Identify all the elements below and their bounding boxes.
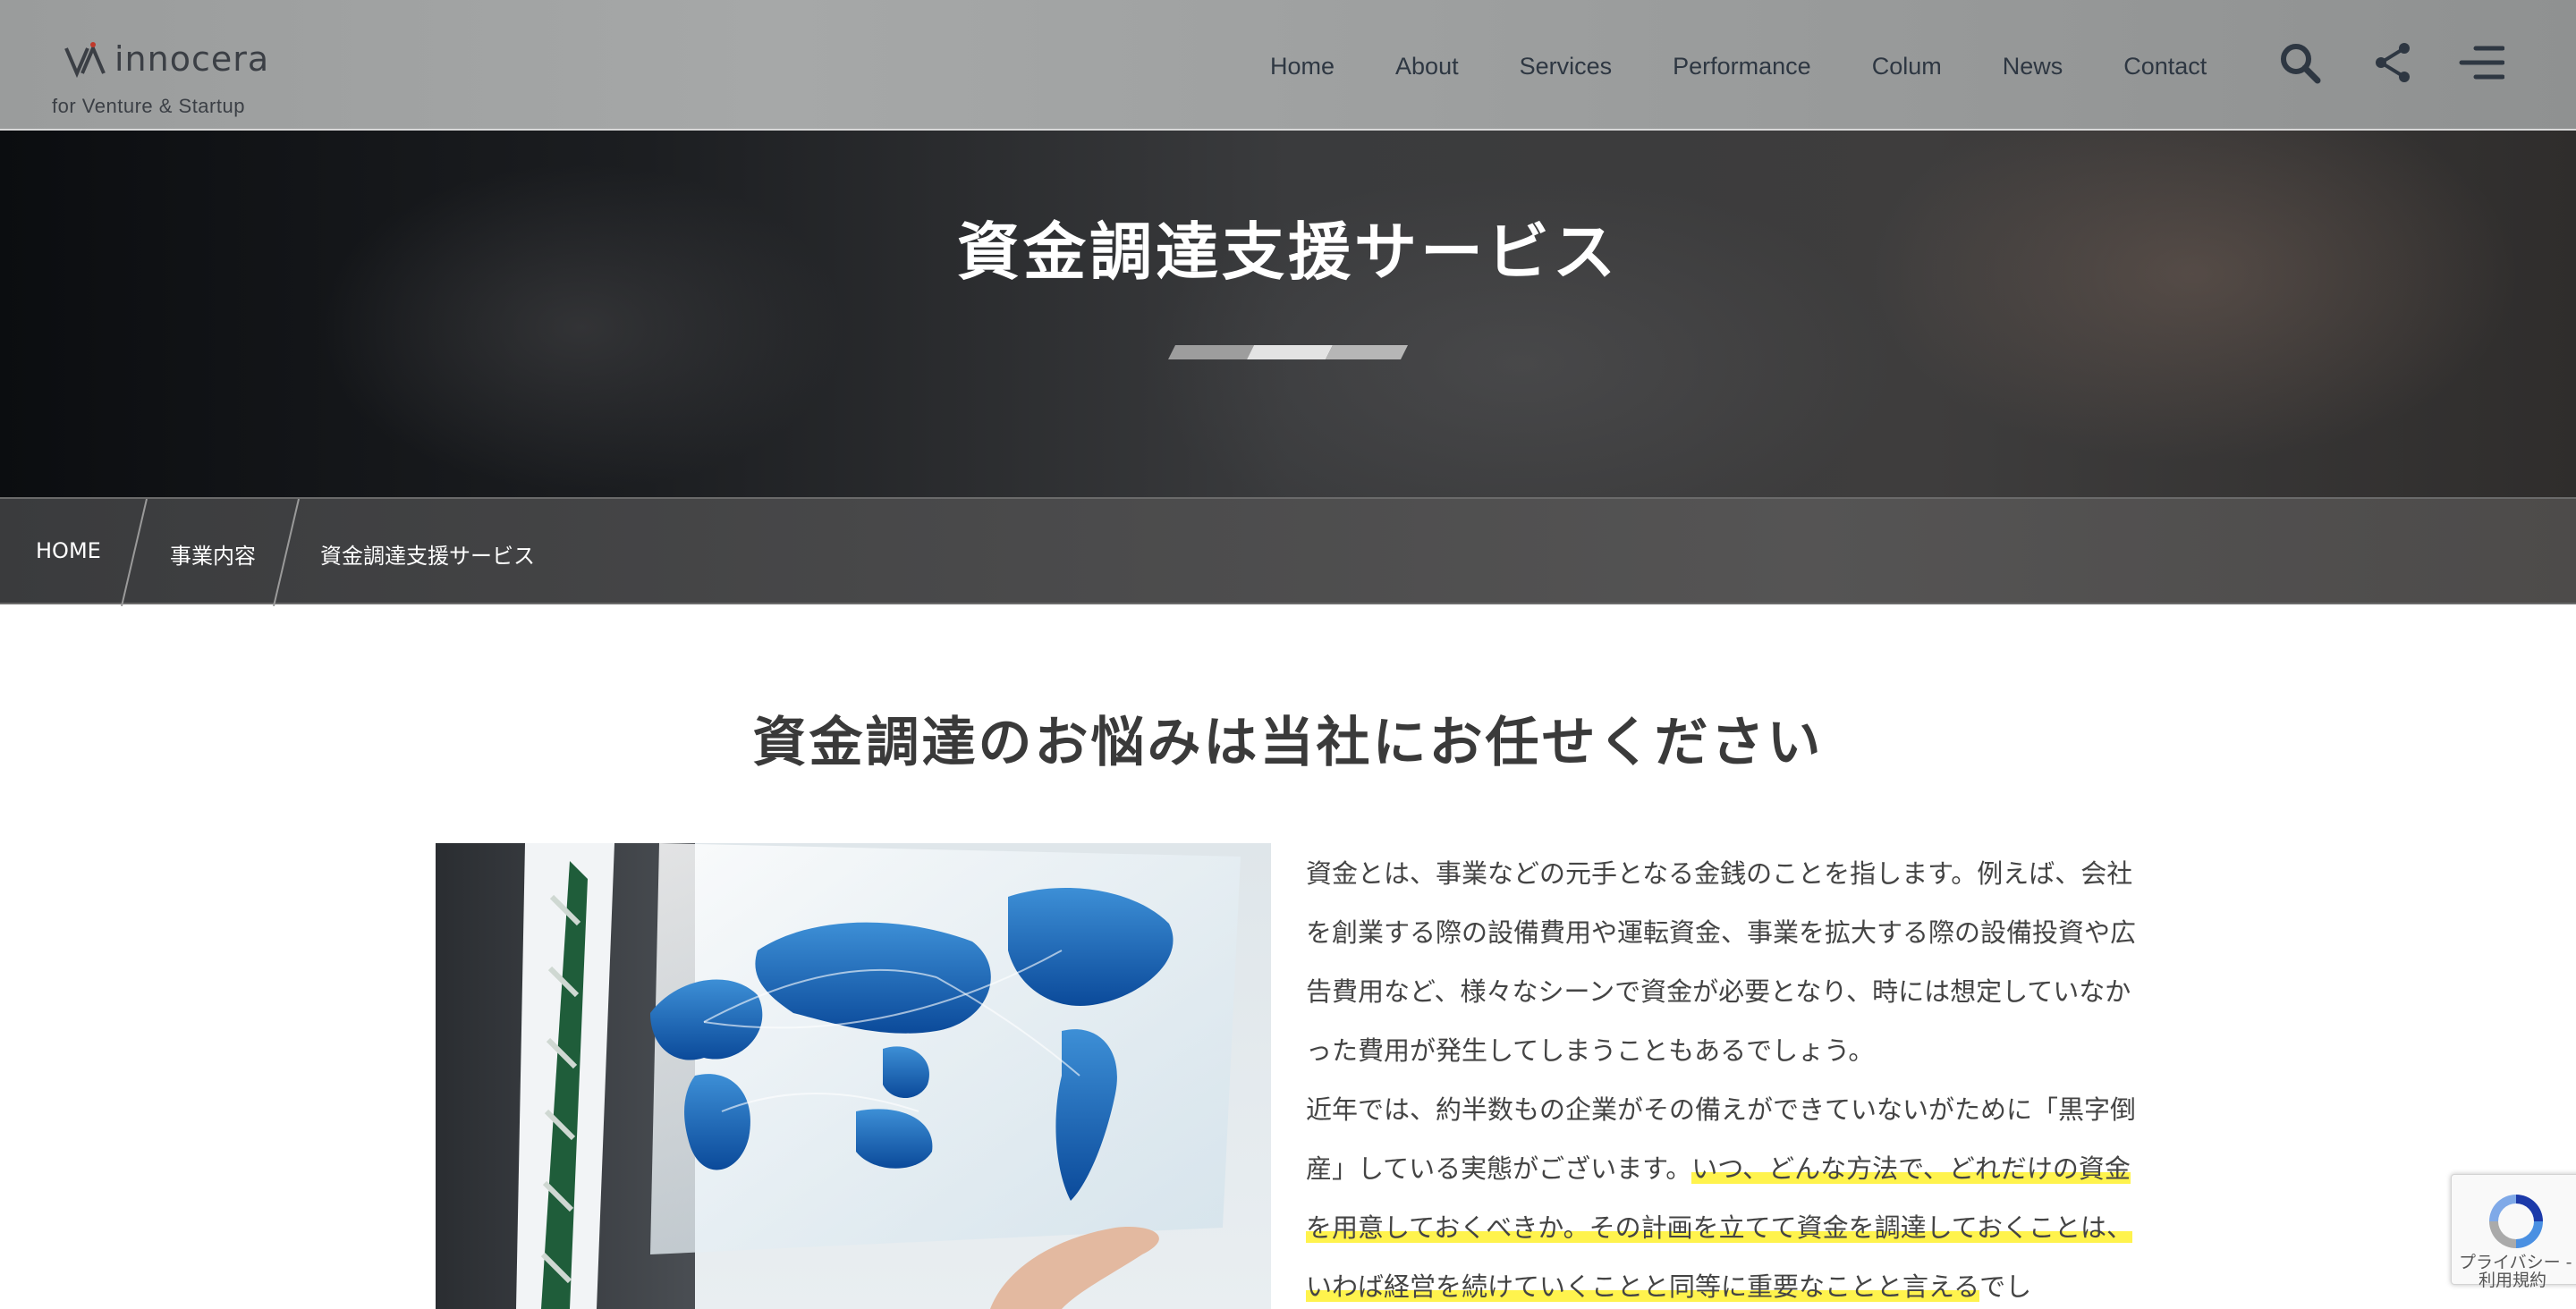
main-nav: Home About Services Performance Colum Ne…	[1270, 48, 2207, 84]
nav-services[interactable]: Services	[1520, 53, 1613, 80]
paragraph-text: でし	[1979, 1271, 2032, 1302]
breadcrumb-home[interactable]: HOME	[36, 538, 101, 563]
logo-mark-icon	[64, 42, 106, 79]
site-header: innocera for Venture & Startup Home Abou…	[0, 0, 2576, 131]
share-icon[interactable]	[2370, 39, 2417, 86]
logo-wordmark: innocera	[114, 39, 270, 79]
article-paragraph: 資金とは、事業などの元手となる金銭のことを指します。例えば、会社を創業する際の設…	[1306, 858, 2137, 1066]
article-body: 資金とは、事業などの元手となる金銭のことを指します。例えば、会社を創業する際の設…	[1306, 844, 2147, 1309]
page-title: 資金調達支援サービス	[957, 215, 1619, 289]
page-hero: 資金調達支援サービス	[0, 131, 2576, 497]
nav-performance[interactable]: Performance	[1673, 53, 1811, 80]
recaptcha-icon	[2489, 1195, 2543, 1248]
nav-about[interactable]: About	[1395, 53, 1459, 80]
section-heading: 資金調達のお悩みは当社にお任せください	[752, 712, 1824, 774]
recaptcha-terms-link[interactable]: 利用規約	[2459, 1271, 2546, 1290]
breadcrumb-current: 資金調達支援サービス	[320, 544, 535, 569]
photo-illustration	[436, 843, 1241, 1309]
title-underline-decoration	[1168, 345, 1408, 359]
breadcrumb: HOME 事業内容 資金調達支援サービス	[0, 497, 2576, 606]
logo-tagline: for Venture & Startup	[52, 95, 245, 117]
recaptcha-badge[interactable]: プライバシー - 利用規約	[2451, 1174, 2576, 1289]
search-icon[interactable]	[2276, 39, 2323, 86]
nav-colum[interactable]: Colum	[1872, 53, 1942, 80]
breadcrumb-business[interactable]: 事業内容	[170, 538, 256, 570]
nav-contact[interactable]: Contact	[2123, 53, 2207, 80]
menu-icon[interactable]	[2458, 39, 2504, 86]
site-logo[interactable]: innocera for Venture & Startup	[52, 36, 284, 125]
article-paragraph: 近年では、約半数もの企業がその備えができていないがために「黒字倒産」している実態…	[1306, 1080, 2147, 1309]
breadcrumb-separator	[273, 499, 300, 606]
nav-news[interactable]: News	[2003, 53, 2063, 80]
nav-home[interactable]: Home	[1270, 53, 1335, 80]
businessman-world-map-photo	[436, 843, 1271, 1309]
recaptcha-links[interactable]: プライバシー - 利用規約	[2459, 1254, 2572, 1289]
recaptcha-privacy-link[interactable]: プライバシー -	[2459, 1253, 2572, 1272]
breadcrumb-separator	[121, 499, 148, 606]
